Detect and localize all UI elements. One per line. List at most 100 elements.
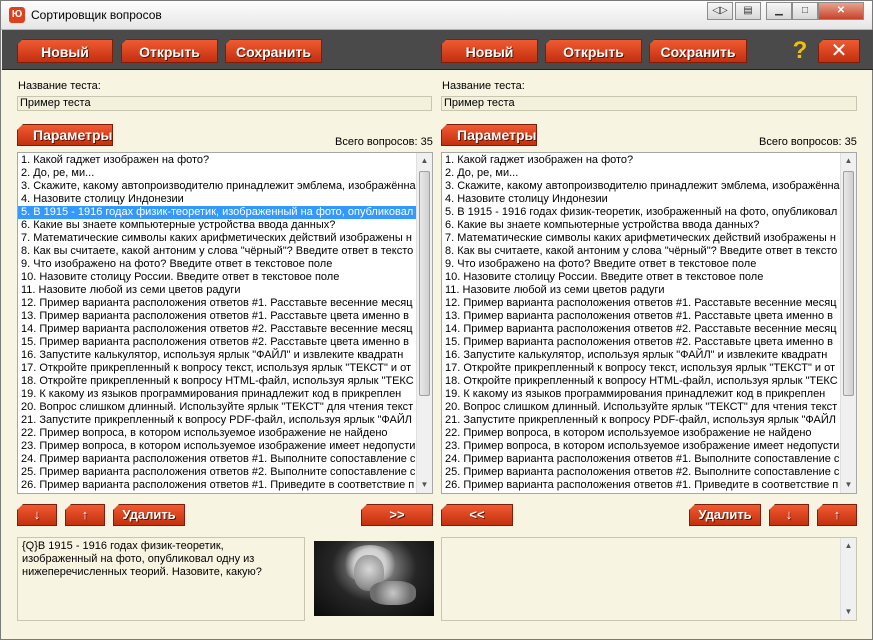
close-icon[interactable]: ✕ <box>818 2 864 20</box>
list-item[interactable]: 24. Пример варианта расположения ответов… <box>18 453 416 466</box>
list-item[interactable]: 23. Пример вопроса, в котором используем… <box>442 440 840 453</box>
list-item[interactable]: 20. Вопрос слишком длинный. Используйте … <box>18 401 416 414</box>
list-item[interactable]: 1. Какой гаджет изображен на фото? <box>18 154 416 167</box>
list-item[interactable]: 22. Пример вопроса, в котором используем… <box>18 427 416 440</box>
list-item[interactable]: 18. Откройте прикрепленный к вопросу HTM… <box>18 375 416 388</box>
list-item[interactable]: 14. Пример варианта расположения ответов… <box>442 323 840 336</box>
move-left-button[interactable]: << <box>441 504 513 526</box>
list-item[interactable]: 12. Пример варианта расположения ответов… <box>442 297 840 310</box>
total-questions-left: Всего вопросов: 35 <box>335 136 433 148</box>
list-item[interactable]: 3. Скажите, какому автопроизводителю при… <box>18 180 416 193</box>
new-button-right[interactable]: Новый <box>441 39 538 63</box>
document-icon[interactable]: ▤ <box>735 2 761 20</box>
list-item[interactable]: 5. В 1915 - 1916 годах физик-теоретик, и… <box>442 206 840 219</box>
scroll-thumb[interactable] <box>843 171 854 396</box>
list-item[interactable]: 24. Пример варианта расположения ответов… <box>442 453 840 466</box>
list-item[interactable]: 22. Пример вопроса, в котором используем… <box>442 427 840 440</box>
list-item[interactable]: 23. Пример вопроса, в котором используем… <box>18 440 416 453</box>
scroll-up-icon[interactable]: ▲ <box>841 153 856 169</box>
list-item[interactable]: 10. Назовите столицу России. Введите отв… <box>18 271 416 284</box>
list-item[interactable]: 4. Назовите столицу Индонезии <box>442 193 840 206</box>
list-item[interactable]: 19. К какому из языков программирования … <box>18 388 416 401</box>
list-item[interactable]: 7. Математические символы каких арифмети… <box>442 232 840 245</box>
list-item[interactable]: 11. Назовите любой из семи цветов радуги <box>442 284 840 297</box>
exit-button[interactable]: ✕ <box>818 39 860 63</box>
list-item[interactable]: 21. Запустите прикрепленный к вопросу PD… <box>18 414 416 427</box>
list-item[interactable]: 25. Пример варианта расположения ответов… <box>18 466 416 479</box>
list-item[interactable]: 2. До, ре, ми... <box>442 167 840 180</box>
list-item[interactable]: 15. Пример варианта расположения ответов… <box>442 336 840 349</box>
scrollbar-right[interactable]: ▲ ▼ <box>840 153 856 493</box>
list-item[interactable]: 5. В 1915 - 1916 годах физик-теоретик, и… <box>18 206 416 219</box>
question-text-left[interactable]: {Q}В 1915 - 1916 годах физик-теоретик, и… <box>17 537 305 621</box>
move-down-button-left[interactable]: ↓ <box>17 504 57 526</box>
question-items-right: 1. Какой гаджет изображен на фото? 2. До,… <box>442 153 840 493</box>
save-button-left[interactable]: Сохранить <box>225 39 322 63</box>
scroll-down-icon[interactable]: ▼ <box>841 477 856 493</box>
list-item[interactable]: 4. Назовите столицу Индонезии <box>18 193 416 206</box>
list-item[interactable]: 10. Назовите столицу России. Введите отв… <box>442 271 840 284</box>
save-button-right[interactable]: Сохранить <box>649 39 747 63</box>
delete-button-left[interactable]: Удалить <box>113 504 185 526</box>
list-item[interactable]: 11. Назовите любой из семи цветов радуги <box>18 284 416 297</box>
toolbar: Новый Открыть Сохранить Новый Открыть Со… <box>2 30 873 70</box>
list-item[interactable]: 7. Математические символы каких арифмети… <box>18 232 416 245</box>
list-item[interactable]: 9. Что изображено на фото? Введите ответ… <box>18 258 416 271</box>
list-item[interactable]: 14. Пример варианта расположения ответов… <box>18 323 416 336</box>
new-button-left[interactable]: Новый <box>17 39 113 63</box>
list-item[interactable]: 8. Как вы считаете, какой антоним у слов… <box>442 245 840 258</box>
list-item[interactable]: 6. Какие вы знаете компьютерные устройст… <box>442 219 840 232</box>
delete-button-right[interactable]: Удалить <box>689 504 761 526</box>
params-button-left[interactable]: Параметры <box>17 124 113 146</box>
params-button-right[interactable]: Параметры <box>441 124 537 146</box>
list-item[interactable]: 25. Пример варианта расположения ответов… <box>442 466 840 479</box>
move-right-button[interactable]: >> <box>361 504 433 526</box>
list-item[interactable]: 16. Запустите калькулятор, используя ярл… <box>18 349 416 362</box>
maximize-icon[interactable]: □ <box>792 2 818 20</box>
move-up-button-right[interactable]: ↑ <box>817 504 857 526</box>
open-button-right[interactable]: Открыть <box>545 39 642 63</box>
scroll-thumb[interactable] <box>419 171 430 396</box>
list-item[interactable]: 17. Откройте прикрепленный к вопросу тек… <box>442 362 840 375</box>
list-item[interactable]: 1. Какой гаджет изображен на фото? <box>442 154 840 167</box>
list-item[interactable]: 8. Как вы считаете, какой антоним у слов… <box>18 245 416 258</box>
question-list-left[interactable]: 1. Какой гаджет изображен на фото? 2. До,… <box>17 152 433 494</box>
list-item[interactable]: 16. Запустите калькулятор, используя ярл… <box>442 349 840 362</box>
list-item[interactable]: 15. Пример варианта расположения ответов… <box>18 336 416 349</box>
app-window: Ю Сортировщик вопросов ◁▷ ▤ ▁ □ ✕ Новый … <box>0 0 873 640</box>
question-text-right[interactable]: ▲ ▼ <box>441 537 857 621</box>
textbox-scrollbar[interactable]: ▲ ▼ <box>840 538 856 620</box>
list-item[interactable]: 3. Скажите, какому автопроизводителю при… <box>442 180 840 193</box>
list-item[interactable]: 13. Пример варианта расположения ответов… <box>442 310 840 323</box>
test-name-field-left[interactable]: Пример теста <box>17 96 432 111</box>
question-list-right[interactable]: 1. Какой гаджет изображен на фото? 2. До,… <box>441 152 857 494</box>
scroll-up-icon[interactable]: ▲ <box>841 538 856 554</box>
list-item[interactable]: 17. Откройте прикрепленный к вопросу тек… <box>18 362 416 375</box>
help-icon[interactable]: ? <box>790 38 810 64</box>
scroll-down-icon[interactable]: ▼ <box>841 604 856 620</box>
question-photo <box>314 541 434 616</box>
question-items-left: 1. Какой гаджет изображен на фото? 2. До,… <box>18 153 416 493</box>
list-item[interactable]: 6. Какие вы знаете компьютерные устройст… <box>18 219 416 232</box>
list-item[interactable]: 13. Пример варианта расположения ответов… <box>18 310 416 323</box>
restore-down-icon[interactable]: ◁▷ <box>707 2 733 20</box>
move-down-button-right[interactable]: ↓ <box>769 504 809 526</box>
list-item[interactable]: 18. Откройте прикрепленный к вопросу HTM… <box>442 375 840 388</box>
scroll-down-icon[interactable]: ▼ <box>417 477 432 493</box>
list-item[interactable]: 27. Пример варианта расположения ответов… <box>18 492 416 493</box>
test-name-field-right[interactable]: Пример теста <box>441 96 857 111</box>
list-item[interactable]: 19. К какому из языков программирования … <box>442 388 840 401</box>
open-button-left[interactable]: Открыть <box>121 39 218 63</box>
list-item[interactable]: 9. Что изображено на фото? Введите ответ… <box>442 258 840 271</box>
list-item[interactable]: 26. Пример варианта расположения ответов… <box>442 479 840 492</box>
list-item[interactable]: 27. Пример варианта расположения ответов… <box>442 492 840 493</box>
list-item[interactable]: 21. Запустите прикрепленный к вопросу PD… <box>442 414 840 427</box>
scroll-up-icon[interactable]: ▲ <box>417 153 432 169</box>
list-item[interactable]: 20. Вопрос слишком длинный. Используйте … <box>442 401 840 414</box>
move-up-button-left[interactable]: ↑ <box>65 504 105 526</box>
scrollbar-left[interactable]: ▲ ▼ <box>416 153 432 493</box>
list-item[interactable]: 12. Пример варианта расположения ответов… <box>18 297 416 310</box>
list-item[interactable]: 26. Пример варианта расположения ответов… <box>18 479 416 492</box>
list-item[interactable]: 2. До, ре, ми... <box>18 167 416 180</box>
minimize-icon[interactable]: ▁ <box>766 2 792 20</box>
